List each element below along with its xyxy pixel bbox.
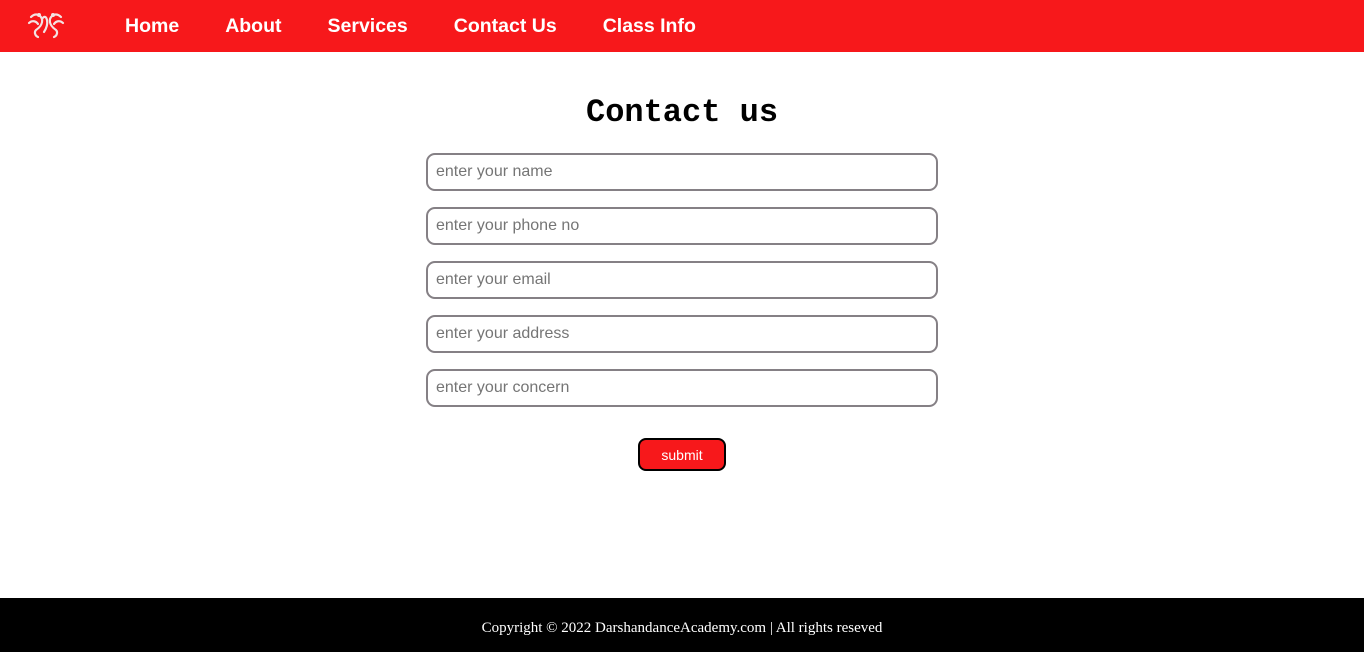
submit-button[interactable]: submit xyxy=(638,438,726,471)
navbar: Home About Services Contact Us Class Inf… xyxy=(0,0,1364,52)
name-input[interactable] xyxy=(426,153,938,191)
copyright-text: Copyright © 2022 DarshandanceAcademy.com… xyxy=(481,620,883,636)
phone-input[interactable] xyxy=(426,207,938,245)
dancers-logo-icon[interactable] xyxy=(27,11,65,39)
email-input[interactable] xyxy=(426,261,938,299)
page-title: Contact us xyxy=(585,94,779,131)
nav-class-info[interactable]: Class Info xyxy=(580,15,719,38)
nav-menu: Home About Services Contact Us Class Inf… xyxy=(102,0,719,52)
concern-input[interactable] xyxy=(426,369,938,407)
address-input[interactable] xyxy=(426,315,938,353)
nav-services[interactable]: Services xyxy=(305,15,431,38)
nav-about[interactable]: About xyxy=(202,15,304,38)
nav-home[interactable]: Home xyxy=(102,15,202,38)
nav-contact-us[interactable]: Contact Us xyxy=(431,15,580,38)
